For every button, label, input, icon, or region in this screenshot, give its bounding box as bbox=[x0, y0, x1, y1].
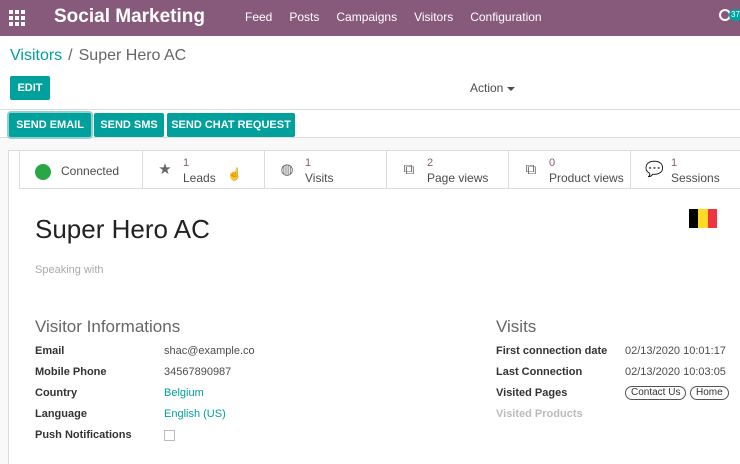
visited-page-tag[interactable]: Home bbox=[690, 386, 729, 400]
visits-count: 1 bbox=[305, 157, 312, 169]
breadcrumb-current: Super Hero AC bbox=[78, 47, 187, 64]
status-connected-button[interactable]: Connected bbox=[19, 151, 142, 189]
smart-button-bar: Connected ★ 1 Leads ☝ ◍ 1 Visits ⧉ 2 Pag… bbox=[19, 151, 740, 189]
last-connection-label: Last Connection bbox=[496, 366, 583, 378]
last-connection-value: 02/13/2020 10:03:05 bbox=[625, 366, 726, 378]
leads-label: Leads bbox=[183, 171, 216, 185]
speaking-with-label: Speaking with bbox=[35, 264, 104, 276]
tags-icon: ⧉ bbox=[525, 161, 537, 178]
breadcrumb-separator: / bbox=[68, 47, 73, 64]
breadcrumb: Visitors / Super Hero AC bbox=[10, 47, 186, 65]
flag-stripe-black bbox=[689, 209, 699, 228]
product-views-count: 0 bbox=[549, 157, 556, 169]
product-views-label: Product views bbox=[549, 171, 624, 185]
send-email-button[interactable]: SEND EMAIL bbox=[9, 113, 91, 137]
visitor-informations-title: Visitor Informations bbox=[35, 317, 181, 336]
header-divider bbox=[0, 109, 740, 110]
sessions-button[interactable]: 💬 1 Sessions bbox=[630, 151, 740, 189]
visits-section-title: Visits bbox=[496, 317, 537, 336]
mobile-phone-value: 34567890987 bbox=[164, 366, 232, 378]
send-chat-request-button[interactable]: SEND CHAT REQUEST bbox=[167, 113, 295, 137]
page-views-button[interactable]: ⧉ 2 Page views bbox=[386, 151, 508, 189]
activity-count-badge: 37 bbox=[729, 9, 740, 21]
flag-stripe-red bbox=[707, 209, 717, 228]
form-sheet: Connected ★ 1 Leads ☝ ◍ 1 Visits ⧉ 2 Pag… bbox=[8, 150, 740, 464]
mobile-phone-label: Mobile Phone bbox=[35, 366, 107, 378]
language-label: Language bbox=[35, 408, 87, 420]
top-navbar: Social Marketing Feed Posts Campaigns Vi… bbox=[0, 0, 740, 36]
main-menu: Feed Posts Campaigns Visitors Configurat… bbox=[245, 10, 559, 24]
page-views-count: 2 bbox=[427, 157, 434, 169]
star-icon: ★ bbox=[158, 161, 172, 178]
globe-icon: ◍ bbox=[280, 161, 294, 178]
hand-cursor-icon: ☝ bbox=[227, 167, 242, 181]
belgium-flag-icon bbox=[689, 209, 717, 228]
menu-item-feed[interactable]: Feed bbox=[245, 10, 272, 24]
menu-item-visitors[interactable]: Visitors bbox=[414, 10, 453, 24]
visits-button[interactable]: ◍ 1 Visits bbox=[264, 151, 386, 189]
action-dropdown-label: Action bbox=[470, 81, 504, 95]
country-link[interactable]: Belgium bbox=[164, 387, 204, 399]
chat-bubble-icon: 💬 bbox=[645, 161, 664, 178]
flag-stripe-yellow bbox=[698, 209, 708, 228]
action-dropdown[interactable]: Action bbox=[470, 81, 516, 95]
app-brand[interactable]: Social Marketing bbox=[54, 6, 205, 28]
visited-products-label: Visited Products bbox=[496, 408, 583, 420]
country-label: Country bbox=[35, 387, 78, 399]
caret-down-icon bbox=[507, 86, 516, 91]
language-link[interactable]: English (US) bbox=[164, 408, 226, 420]
visited-page-tag[interactable]: Contact Us bbox=[625, 386, 687, 400]
edit-button[interactable]: EDIT bbox=[10, 76, 50, 100]
email-value: shac@example.co bbox=[164, 345, 255, 357]
tags-icon: ⧉ bbox=[403, 161, 415, 178]
email-label: Email bbox=[35, 345, 65, 357]
status-label: Connected bbox=[61, 164, 120, 178]
page-views-label: Page views bbox=[427, 171, 489, 185]
first-connection-label: First connection date bbox=[496, 345, 608, 357]
menu-item-campaigns[interactable]: Campaigns bbox=[336, 10, 397, 24]
push-notifications-label: Push Notifications bbox=[35, 429, 132, 441]
visited-pages-label: Visited Pages bbox=[496, 387, 568, 399]
leads-button[interactable]: ★ 1 Leads ☝ bbox=[142, 151, 264, 189]
connected-status-icon bbox=[35, 164, 51, 180]
leads-count: 1 bbox=[183, 157, 190, 169]
control-panel: Visitors / Super Hero AC EDIT Action SEN… bbox=[0, 36, 740, 138]
product-views-button[interactable]: ⧉ 0 Product views bbox=[508, 151, 630, 189]
visitor-name-title: Super Hero AC bbox=[35, 214, 210, 244]
push-notifications-checkbox[interactable] bbox=[164, 430, 175, 441]
first-connection-value: 02/13/2020 10:01:17 bbox=[625, 345, 726, 357]
breadcrumb-visitors-link[interactable]: Visitors bbox=[10, 47, 62, 65]
sessions-label: Sessions bbox=[671, 171, 720, 185]
menu-item-configuration[interactable]: Configuration bbox=[470, 10, 541, 24]
apps-menu-icon[interactable] bbox=[9, 10, 25, 26]
menu-item-posts[interactable]: Posts bbox=[289, 10, 319, 24]
send-sms-button[interactable]: SEND SMS bbox=[94, 113, 164, 137]
visits-label: Visits bbox=[305, 171, 334, 185]
sessions-count: 1 bbox=[671, 157, 678, 169]
